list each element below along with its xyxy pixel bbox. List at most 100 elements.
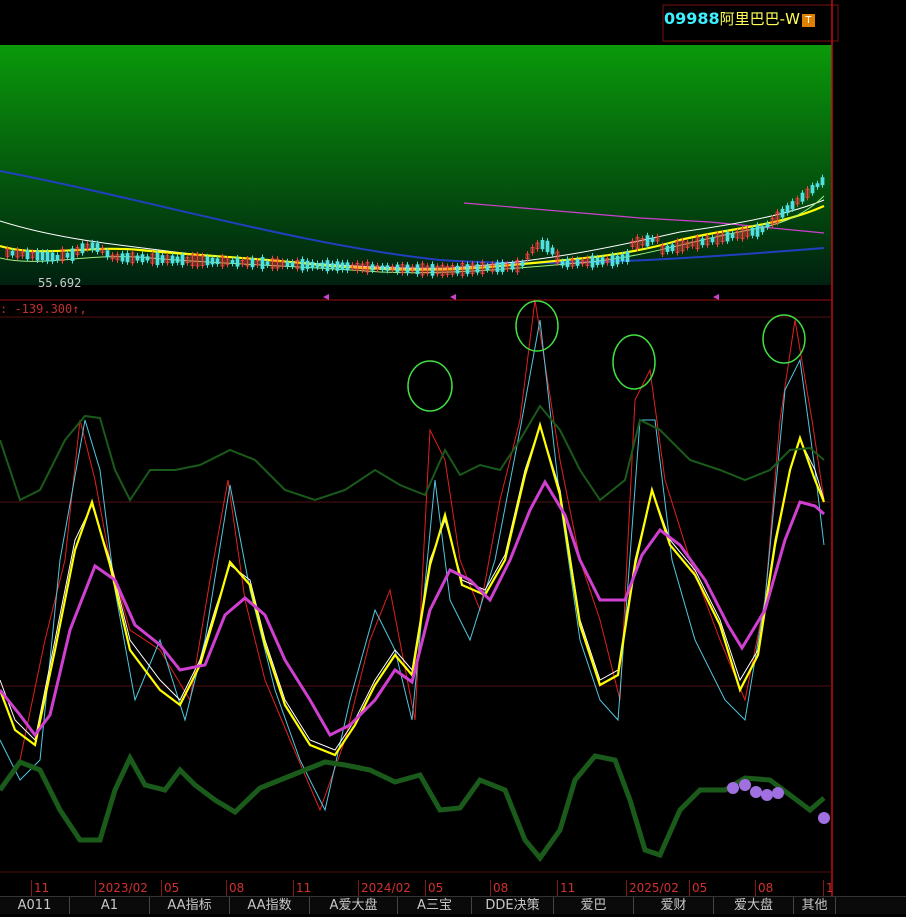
- candle-body: [290, 261, 295, 267]
- purple-marker: [761, 789, 773, 801]
- candle-body: [340, 262, 345, 270]
- purple-marker: [727, 782, 739, 794]
- candle-body: [415, 264, 420, 275]
- candle-body: [550, 247, 555, 255]
- candle-body: [520, 262, 525, 267]
- tab-4[interactable]: A爱大盘: [310, 897, 398, 914]
- trade-badge-icon[interactable]: T: [801, 14, 815, 27]
- stock-chart[interactable]: [0, 0, 906, 913]
- candle-body: [40, 251, 45, 261]
- candle-body: [65, 252, 70, 258]
- date-tick: 05: [425, 880, 443, 896]
- candle-body: [380, 265, 385, 271]
- candle-body: [300, 258, 305, 271]
- candle-body: [305, 260, 310, 269]
- candle-body: [665, 245, 670, 252]
- purple-marker: [739, 779, 751, 791]
- stock-label[interactable]: 09988阿里巴巴-W T: [664, 9, 815, 29]
- date-tick: 11: [31, 880, 49, 896]
- candle-body: [710, 237, 715, 243]
- purple-marker: [772, 787, 784, 799]
- candle-body: [815, 183, 820, 188]
- candle-body: [230, 259, 235, 264]
- tab-10[interactable]: 其他: [794, 897, 836, 914]
- indicator-value: : -139.300↑,: [0, 302, 87, 316]
- candle-body: [760, 226, 765, 233]
- candle-body: [595, 257, 600, 265]
- date-tick: 05: [161, 880, 179, 896]
- candle-body: [725, 232, 730, 242]
- candle-body: [105, 250, 110, 258]
- date-tick: 2025/02: [626, 880, 679, 896]
- candle-body: [370, 264, 375, 271]
- candle-body: [615, 255, 620, 265]
- candle-body: [55, 254, 60, 261]
- candle-body: [175, 256, 180, 263]
- purple-marker: [750, 786, 762, 798]
- date-tick: 2023/02: [95, 880, 148, 896]
- candle-body: [35, 250, 40, 261]
- date-tick: 08: [226, 880, 244, 896]
- tab-0[interactable]: A011: [0, 897, 70, 914]
- candle-body: [70, 248, 75, 261]
- tab-9[interactable]: 爱大盘: [714, 897, 794, 914]
- candle-body: [95, 243, 100, 252]
- candle-body: [780, 208, 785, 218]
- date-tick: 05: [689, 880, 707, 896]
- candle-body: [700, 238, 705, 246]
- candle-body: [755, 224, 760, 237]
- tab-5[interactable]: A三宝: [398, 897, 472, 914]
- tab-1[interactable]: A1: [70, 897, 150, 914]
- date-tick: 08: [490, 880, 508, 896]
- candle-body: [135, 255, 140, 261]
- candle-body: [265, 261, 270, 266]
- low-price-label: 55.692: [38, 276, 82, 290]
- indicator-dark-green-upper: [0, 404, 825, 502]
- candle-body: [465, 264, 470, 274]
- marker-triangle: [323, 294, 329, 300]
- date-tick: 11: [293, 880, 311, 896]
- candle-body: [320, 262, 325, 269]
- candle-body: [215, 258, 220, 265]
- candle-body: [500, 261, 505, 272]
- date-tick: 11: [557, 880, 575, 896]
- candle-body: [495, 262, 500, 273]
- candle-body: [800, 192, 805, 202]
- candle-body: [610, 254, 615, 267]
- candle-body: [45, 251, 50, 262]
- candle-body: [645, 235, 650, 247]
- tab-7[interactable]: 爱巴: [554, 897, 634, 914]
- candle-body: [625, 251, 630, 262]
- candle-body: [260, 257, 265, 269]
- tab-3[interactable]: AA指数: [230, 897, 310, 914]
- marker-triangle: [450, 294, 456, 300]
- candle-body: [210, 257, 215, 265]
- candle-body: [575, 259, 580, 266]
- candle-body: [820, 177, 825, 186]
- tab-6[interactable]: DDE决策: [472, 897, 554, 914]
- candle-body: [620, 254, 625, 262]
- candle-body: [160, 255, 165, 263]
- candle-body: [590, 255, 595, 268]
- tab-2[interactable]: AA指标: [150, 897, 230, 914]
- tab-8[interactable]: 爱财: [634, 897, 714, 914]
- candle-body: [785, 205, 790, 214]
- candle-body: [180, 254, 185, 266]
- candle-body: [10, 250, 15, 256]
- candle-body: [405, 264, 410, 274]
- candle-body: [155, 252, 160, 266]
- candle-body: [235, 257, 240, 267]
- candle-body: [430, 263, 435, 276]
- chart-stage: 09988阿里巴巴-W T 55.692 : -139.300↑, 11 2023/…: [0, 0, 906, 914]
- candle-body: [335, 261, 340, 271]
- candle-body: [285, 261, 290, 267]
- candle-body: [485, 265, 490, 270]
- indicator-dark-green-lower: [0, 752, 826, 863]
- indicator-tab-bar: A011 A1 AA指标 AA指数 A爱大盘 A三宝 DDE决策 爱巴 爱财 爱大盘 其他: [0, 896, 906, 914]
- candle-body: [790, 201, 795, 210]
- candle-body: [510, 263, 515, 270]
- candle-body: [545, 240, 550, 253]
- candle-body: [565, 258, 570, 268]
- candle-body: [120, 253, 125, 262]
- candle-body: [25, 250, 30, 260]
